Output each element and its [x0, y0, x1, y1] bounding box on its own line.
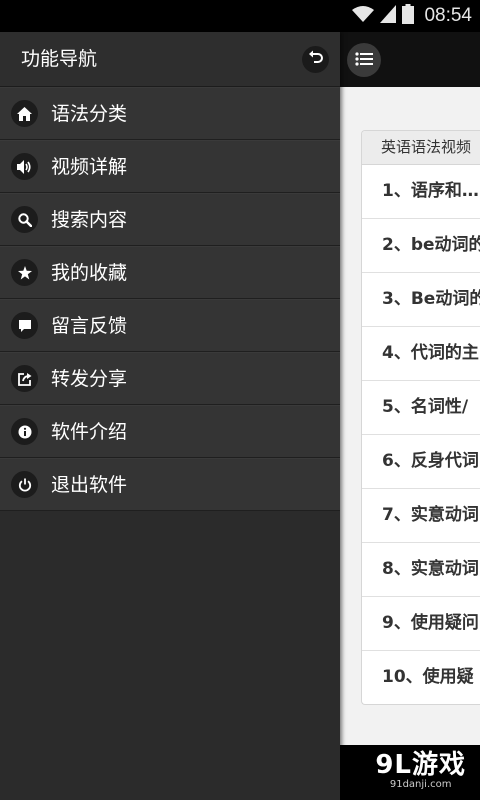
nav-item-label: 留言反馈 [51, 315, 128, 337]
share-icon [11, 365, 38, 392]
main-page: 英语语法视频 1、语序和… 2、be动词的 3、Be动词的 4、代词的主 5、名… [340, 32, 480, 800]
speaker-icon [11, 153, 38, 180]
search-icon [11, 206, 38, 233]
watermark: 9L游戏 91danji.com [375, 744, 466, 790]
watermark-brand: 9L游戏 [375, 750, 466, 780]
clock: 08:54 [424, 5, 472, 26]
signal-icon [380, 5, 397, 27]
drawer-title: 功能导航 [21, 48, 98, 70]
lesson-list-card: 英语语法视频 1、语序和… 2、be动词的 3、Be动词的 4、代词的主 5、名… [361, 130, 480, 705]
nav-item-share[interactable]: 转发分享 [0, 352, 340, 405]
nav-item-label: 转发分享 [51, 368, 128, 390]
wifi-icon [352, 5, 375, 27]
drawer-header: 功能导航 [0, 32, 340, 87]
list-item[interactable]: 5、名词性/ [362, 381, 480, 435]
list-item[interactable]: 6、反身代词 [362, 435, 480, 489]
comment-icon [11, 312, 38, 339]
list-item[interactable]: 7、实意动词 [362, 489, 480, 543]
card-header: 英语语法视频 [362, 131, 480, 165]
status-bar: 08:54 [0, 0, 480, 32]
nav-item-feedback[interactable]: 留言反馈 [0, 299, 340, 352]
list-icon [355, 51, 373, 70]
nav-item-exit[interactable]: 退出软件 [0, 458, 340, 511]
list-item[interactable]: 10、使用疑 [362, 651, 480, 704]
info-icon [11, 418, 38, 445]
navigation-drawer: 功能导航 语法分类 视频详解 搜索内容 我的收藏 留言反馈 转发分享 软件介绍 … [0, 32, 340, 800]
nav-item-label: 语法分类 [51, 103, 128, 125]
list-item[interactable]: 1、语序和… [362, 165, 480, 219]
main-header [340, 32, 480, 87]
power-icon [11, 471, 38, 498]
nav-item-favorites[interactable]: 我的收藏 [0, 246, 340, 299]
nav-item-about[interactable]: 软件介绍 [0, 405, 340, 458]
home-icon [11, 100, 38, 127]
battery-icon [402, 4, 415, 28]
nav-item-video-explanations[interactable]: 视频详解 [0, 140, 340, 193]
nav-item-label: 退出软件 [51, 474, 128, 496]
nav-item-label: 软件介绍 [51, 421, 128, 443]
list-item[interactable]: 2、be动词的 [362, 219, 480, 273]
nav-item-label: 我的收藏 [51, 262, 128, 284]
list-menu-button[interactable] [347, 43, 381, 77]
nav-item-label: 视频详解 [51, 156, 128, 178]
undo-icon [308, 50, 324, 70]
content-area: 英语语法视频 1、语序和… 2、be动词的 3、Be动词的 4、代词的主 5、名… [340, 87, 480, 745]
nav-item-label: 搜索内容 [51, 209, 128, 231]
nav-item-search[interactable]: 搜索内容 [0, 193, 340, 246]
list-item[interactable]: 8、实意动词 [362, 543, 480, 597]
nav-item-grammar-categories[interactable]: 语法分类 [0, 87, 340, 140]
list-item[interactable]: 3、Be动词的 [362, 273, 480, 327]
list-item[interactable]: 9、使用疑问 [362, 597, 480, 651]
bottom-bar: 9L游戏 91danji.com [340, 745, 480, 800]
back-button[interactable] [302, 46, 329, 73]
star-icon [11, 259, 38, 286]
list-item[interactable]: 4、代词的主 [362, 327, 480, 381]
